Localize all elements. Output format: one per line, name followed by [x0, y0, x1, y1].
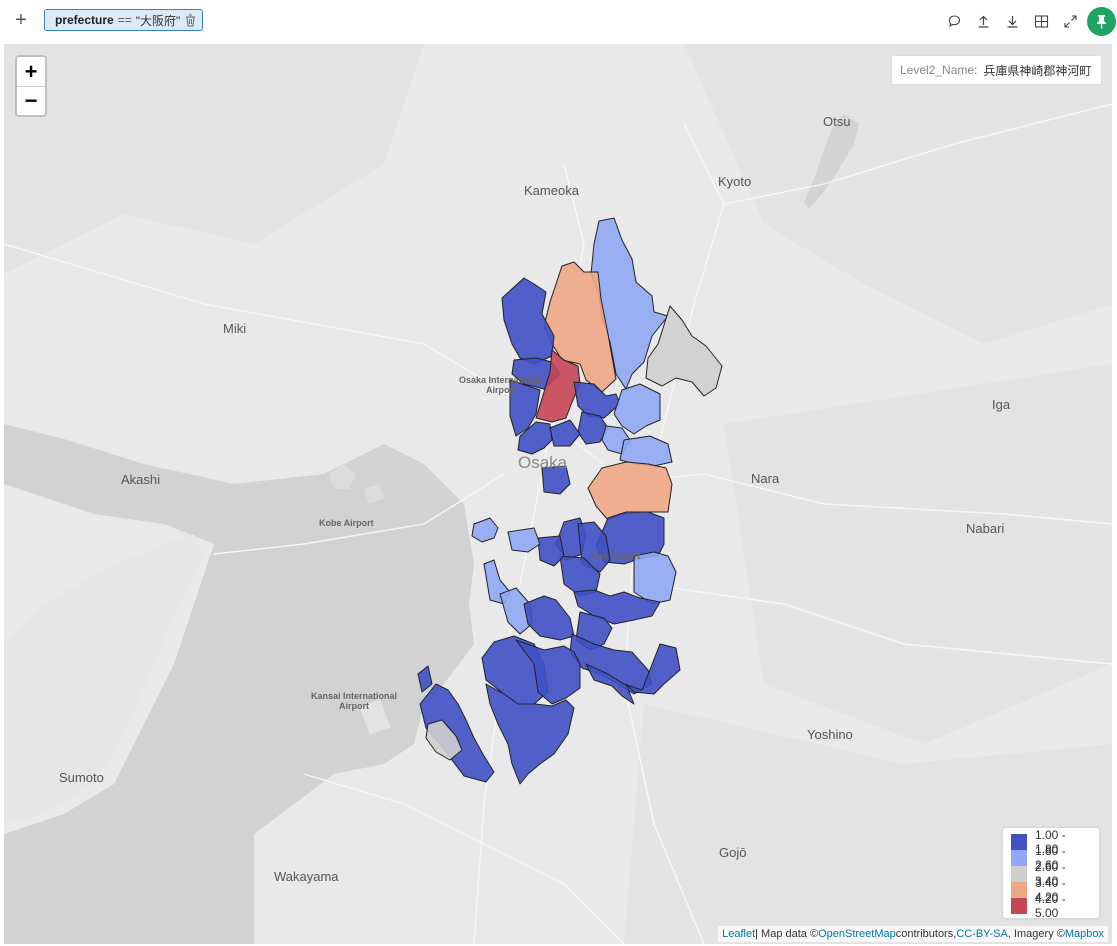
hover-value: 兵庫県神崎郡神河町	[983, 63, 1092, 78]
download-icon[interactable]	[998, 6, 1027, 36]
tool-icons	[940, 5, 1117, 37]
label-wakayama: Wakayama	[274, 869, 339, 884]
trash-icon[interactable]	[185, 14, 196, 27]
region-higashiosaka	[587, 461, 673, 521]
filter-chip[interactable]: prefecture == "大阪府"	[44, 9, 204, 31]
toolbar: + prefecture == "大阪府"	[0, 0, 1117, 42]
label-kansai-airport-1: Kansai International	[311, 691, 397, 701]
pin-icon[interactable]	[1087, 6, 1116, 36]
legend-swatch	[1011, 882, 1027, 898]
legend: 1.00 - 1.80 1.80 - 2.60 2.60 - 3.40 3.40…	[1003, 828, 1099, 920]
attribution-text-1: | Map data ©	[755, 928, 819, 940]
zoom-in-button[interactable]: +	[17, 57, 45, 86]
legend-item: 4.20 - 5.00	[1011, 892, 1091, 920]
leaflet-link[interactable]: Leaflet	[722, 928, 755, 940]
label-kyoto: Kyoto	[718, 174, 751, 189]
label-akashi: Akashi	[121, 472, 160, 487]
attribution-text-2: contributors,	[895, 928, 957, 940]
label-gojo: Gojō	[719, 845, 746, 860]
label-osaka-airport-1: Osaka International	[459, 375, 543, 385]
filter-value: "大阪府"	[135, 13, 181, 28]
label-sumoto: Sumoto	[59, 770, 104, 785]
region-kashiwara	[633, 551, 677, 605]
map-canvas[interactable]: Otsu Kameoka Kyoto Miki Iga Osaka Akashi…	[4, 44, 1112, 944]
upload-icon[interactable]	[969, 6, 998, 36]
label-osaka: Osaka	[518, 453, 568, 472]
label-osaka-airport-2: Airport	[486, 385, 516, 395]
hover-info: Level2_Name: 兵庫県神崎郡神河町	[891, 55, 1103, 85]
zoom-out-button[interactable]: −	[17, 86, 45, 115]
expand-icon[interactable]	[1056, 6, 1085, 36]
label-yoshino: Yoshino	[807, 727, 853, 742]
hover-key: Level2_Name:	[900, 63, 978, 77]
label-kameoka: Kameoka	[524, 183, 580, 198]
mapbox-link[interactable]: Mapbox	[1065, 928, 1104, 940]
label-miki: Miki	[223, 321, 246, 336]
zoom-control: + −	[15, 55, 47, 117]
legend-label: 4.20 - 5.00	[1035, 892, 1066, 920]
legend-swatch	[1011, 850, 1027, 866]
legend-swatch	[1011, 834, 1027, 850]
license-link[interactable]: CC-BY-SA	[956, 928, 1008, 940]
grid-icon[interactable]	[1027, 6, 1056, 36]
label-nabari: Nabari	[966, 521, 1004, 536]
legend-swatch	[1011, 866, 1027, 882]
filter-operator: ==	[117, 13, 132, 27]
comment-icon[interactable]	[940, 6, 969, 36]
add-step-button[interactable]: +	[10, 9, 32, 31]
label-yao-airport: Yao Airport	[592, 551, 640, 561]
attribution-text-3: , Imagery ©	[1007, 928, 1065, 940]
label-otsu: Otsu	[823, 114, 850, 129]
label-kobe-airport: Kobe Airport	[319, 518, 374, 528]
osm-link[interactable]: OpenStreetMap	[818, 928, 896, 940]
filter-column: prefecture	[55, 13, 114, 27]
legend-swatch	[1011, 898, 1027, 914]
label-iga: Iga	[992, 397, 1011, 412]
label-kansai-airport-2: Airport	[339, 701, 369, 711]
map[interactable]: Otsu Kameoka Kyoto Miki Iga Osaka Akashi…	[4, 44, 1112, 944]
label-nara: Nara	[751, 471, 780, 486]
attribution: Leaflet | Map data © OpenStreetMap contr…	[718, 926, 1108, 942]
